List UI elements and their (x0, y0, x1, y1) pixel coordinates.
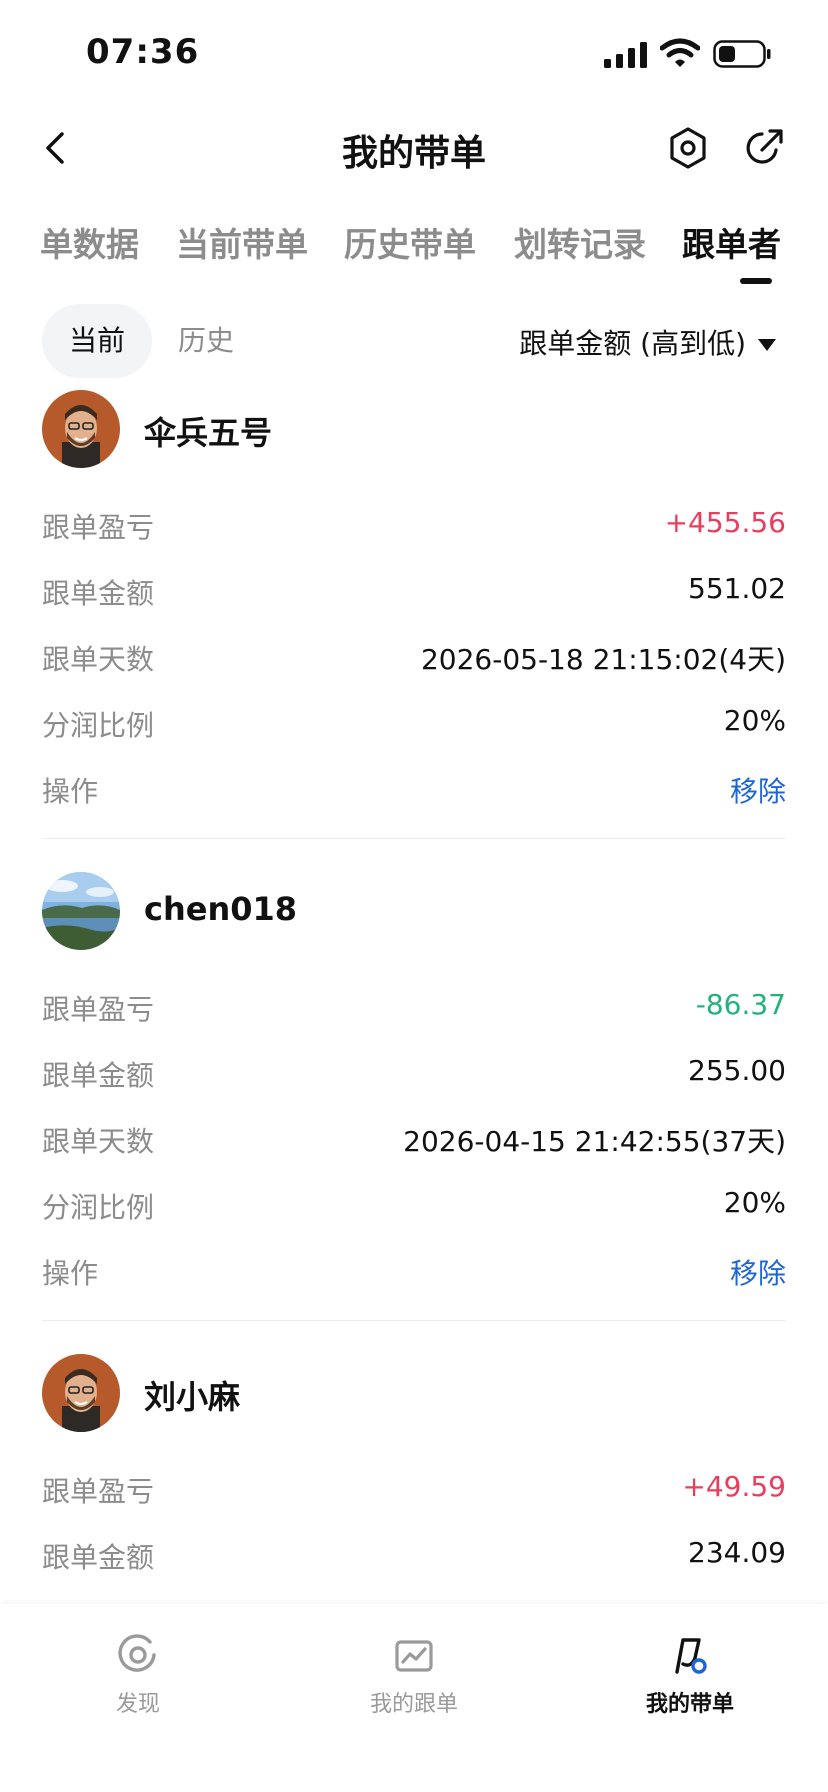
amount-row: 跟单金额 551.02 (42, 572, 786, 612)
share-value: 20% (723, 1186, 786, 1219)
amount-label: 跟单金额 (42, 1059, 155, 1092)
share-row: 分润比例 20% (42, 704, 786, 744)
follower-list: 伞兵五号 跟单盈亏 +455.56 跟单金额 551.02 跟单天数 2026-… (0, 388, 828, 1792)
remove-button[interactable]: 移除 (730, 1252, 786, 1292)
nav-my-lead-label: 我的带单 (645, 1692, 734, 1717)
tab-data[interactable]: 单数据 (40, 218, 139, 266)
follower-name: chen018 (144, 890, 298, 928)
amount-value: 255.00 (688, 1054, 786, 1087)
days-value: 2026-05-18 21:15:02(4天) (420, 643, 786, 676)
status-bar: 07:36 (0, 0, 828, 110)
pnl-label: 跟单盈亏 (42, 1475, 155, 1508)
flag-icon (675, 1638, 707, 1674)
amount-label: 跟单金额 (42, 577, 155, 610)
days-label: 跟单天数 (42, 1125, 155, 1158)
bottom-nav: 发现 我的跟单 我的带单 (0, 1604, 828, 1792)
amount-row: 跟单金额 255.00 (42, 1054, 786, 1094)
pnl-label: 跟单盈亏 (42, 511, 155, 544)
tab-history-orders[interactable]: 历史带单 (344, 218, 476, 266)
pnl-row: 跟单盈亏 -86.37 (42, 988, 786, 1028)
sort-label: 跟单金额 (高到低) (519, 327, 746, 360)
avatar[interactable] (42, 872, 120, 950)
share-row: 分润比例 20% (42, 1186, 786, 1226)
pnl-value: +49.59 (682, 1470, 786, 1503)
pnl-value: -86.37 (695, 988, 786, 1021)
chart-icon (395, 1640, 433, 1672)
nav-discover-label: 发现 (115, 1692, 160, 1717)
share-icon[interactable] (744, 126, 786, 168)
caret-down-icon (758, 339, 776, 351)
action-label: 操作 (42, 775, 99, 808)
signal-icon (604, 42, 647, 68)
avatar[interactable] (42, 390, 120, 468)
subtab-bar: 当前 历史 跟单金额 (高到低) (0, 304, 828, 378)
tab-followers[interactable]: 跟单者 (682, 218, 781, 266)
nav-my-lead[interactable]: 我的带单 (610, 1634, 770, 1718)
subtab-current[interactable]: 当前 (42, 304, 152, 378)
avatar[interactable] (42, 1354, 120, 1432)
sort-dropdown[interactable]: 跟单金额 (高到低) (519, 322, 776, 362)
follower-card: 伞兵五号 跟单盈亏 +455.56 跟单金额 551.02 跟单天数 2026-… (0, 388, 828, 870)
tab-bar: 单数据 当前带单 历史带单 划转记录 跟单者 (0, 208, 828, 288)
discover-icon (118, 1634, 156, 1672)
share-label: 分润比例 (42, 709, 155, 742)
divider (42, 1320, 786, 1321)
wifi-icon (660, 38, 700, 67)
follower-card: chen018 跟单盈亏 -86.37 跟单金额 255.00 跟单天数 202… (0, 870, 828, 1352)
days-row: 跟单天数 2026-05-18 21:15:02(4天) (42, 638, 786, 678)
amount-row: 跟单金额 234.09 (42, 1536, 786, 1576)
days-label: 跟单天数 (42, 643, 155, 676)
header: 我的带单 (0, 110, 828, 190)
settings-icon[interactable] (668, 126, 708, 170)
amount-value: 234.09 (688, 1536, 786, 1569)
divider (42, 838, 786, 839)
pnl-row: 跟单盈亏 +455.56 (42, 506, 786, 546)
action-row: 操作 移除 (42, 1252, 786, 1292)
pnl-label: 跟单盈亏 (42, 993, 155, 1026)
tab-active-indicator (740, 278, 772, 284)
status-time: 07:36 (86, 32, 200, 72)
action-label: 操作 (42, 1257, 99, 1290)
amount-value: 551.02 (688, 572, 786, 605)
tab-transfer-records[interactable]: 划转记录 (514, 218, 646, 266)
remove-button[interactable]: 移除 (730, 770, 786, 810)
share-label: 分润比例 (42, 1191, 155, 1224)
nav-my-copy[interactable]: 我的跟单 (334, 1634, 494, 1718)
days-value: 2026-04-15 21:42:55(37天) (403, 1125, 786, 1158)
subtab-history[interactable]: 历史 (160, 304, 252, 378)
amount-label: 跟单金额 (42, 1541, 155, 1574)
days-row: 跟单天数 2026-04-15 21:42:55(37天) (42, 1120, 786, 1160)
action-row: 操作 移除 (42, 770, 786, 810)
pnl-value: +455.56 (664, 506, 786, 539)
follower-name: 伞兵五号 (144, 414, 273, 452)
battery-icon (713, 40, 771, 68)
share-value: 20% (723, 704, 786, 737)
tab-current-orders[interactable]: 当前带单 (176, 218, 308, 266)
pnl-row: 跟单盈亏 +49.59 (42, 1470, 786, 1510)
nav-my-copy-label: 我的跟单 (369, 1692, 458, 1717)
nav-discover[interactable]: 发现 (58, 1634, 218, 1718)
follower-name: 刘小麻 (144, 1378, 241, 1416)
